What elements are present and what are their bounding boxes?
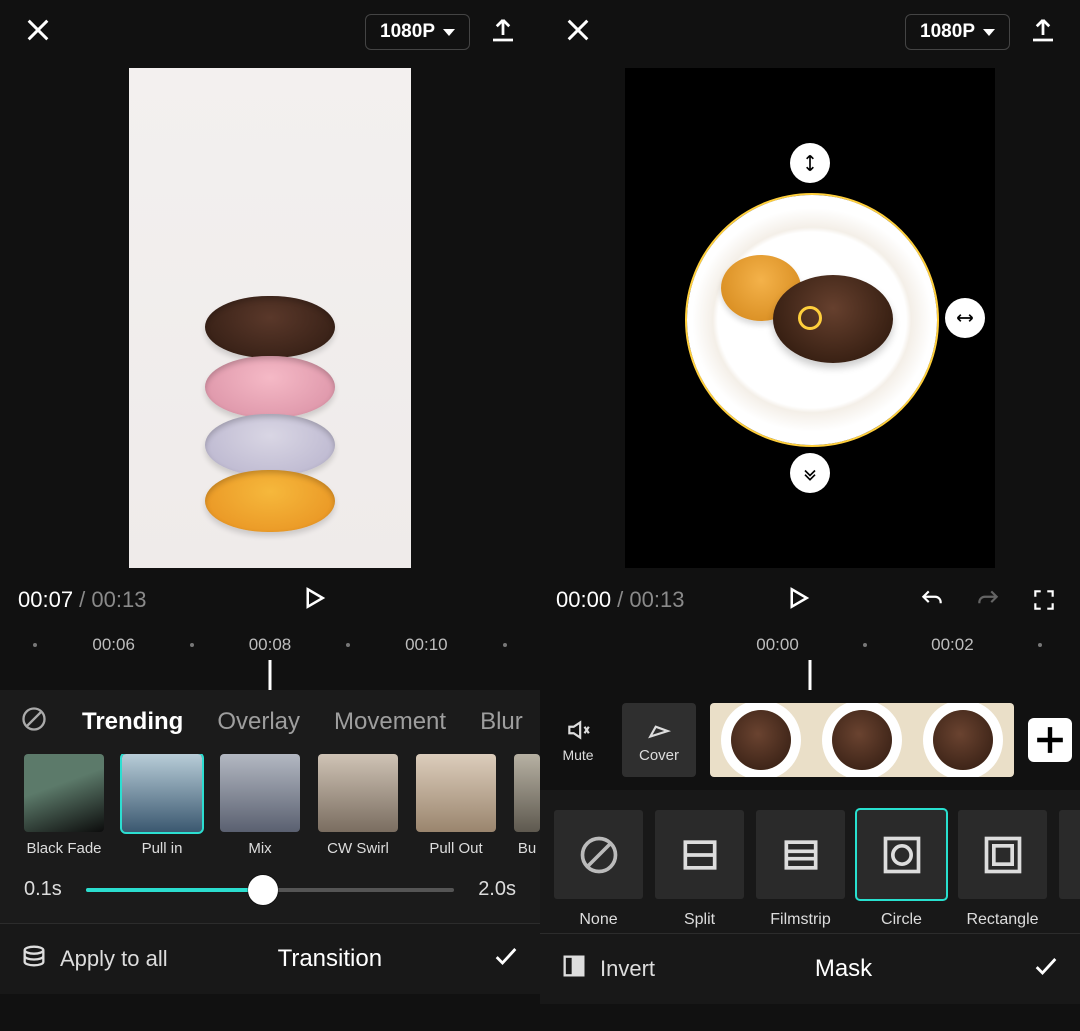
topbar: 1080P: [0, 0, 540, 64]
vertical-resize-handle[interactable]: [790, 143, 830, 183]
mask-split[interactable]: Split: [655, 810, 744, 929]
playhead[interactable]: [809, 660, 812, 690]
duration-slider[interactable]: 0.1s 2.0s: [0, 864, 540, 923]
right-screen: 1080P: [540, 0, 1080, 1031]
resolution-label: 1080P: [920, 21, 975, 43]
mask-filmstrip[interactable]: Filmstrip: [756, 810, 845, 929]
export-icon[interactable]: [488, 15, 518, 50]
slider-knob[interactable]: [248, 875, 278, 905]
slider-max: 2.0s: [478, 878, 516, 901]
effect-pull-in[interactable]: Pull in: [122, 754, 202, 857]
effect-more[interactable]: Bu: [514, 754, 540, 857]
mask-center-ring[interactable]: [798, 306, 822, 330]
invert-mask-icon[interactable]: [560, 952, 588, 986]
preview[interactable]: [0, 64, 540, 572]
tab-trending[interactable]: Trending: [82, 708, 183, 736]
play-button[interactable]: [299, 583, 329, 618]
redo-button[interactable]: [968, 580, 1008, 620]
play-button[interactable]: [783, 583, 813, 618]
resolution-dropdown[interactable]: 1080P: [365, 14, 470, 50]
left-screen: 1080P 00:07 / 00:13: [0, 0, 540, 1031]
horizontal-resize-handle[interactable]: [945, 298, 985, 338]
mask-none[interactable]: None: [554, 810, 643, 929]
ruler[interactable]: 00:06 00:08 00:10: [0, 628, 540, 690]
undo-button[interactable]: [912, 580, 952, 620]
canvas-image: [129, 68, 411, 568]
mask-options: None Split Filmstrip Circle Rectangle: [540, 790, 1080, 933]
panel-title: Transition: [168, 945, 492, 973]
preview[interactable]: [540, 64, 1080, 572]
add-clip-button[interactable]: [1028, 718, 1072, 762]
panel-title: Mask: [655, 955, 1032, 983]
mask-more[interactable]: [1059, 810, 1080, 929]
tick-label: 00:00: [756, 635, 799, 655]
time-bar: 00:07 / 00:13: [0, 572, 540, 628]
time-bar: 00:00 / 00:13: [540, 572, 1080, 628]
caret-down-icon: [443, 29, 455, 36]
none-icon[interactable]: [20, 705, 48, 740]
cover-button[interactable]: Cover: [622, 703, 696, 777]
bottom-bar: Invert Mask: [540, 933, 1080, 1004]
playhead[interactable]: [269, 660, 272, 690]
effect-black-fade[interactable]: Black Fade: [24, 754, 104, 857]
time-readout: 00:07 / 00:13: [18, 587, 146, 613]
topbar: 1080P: [540, 0, 1080, 64]
confirm-icon[interactable]: [1032, 952, 1060, 986]
tick-label: 00:02: [931, 635, 974, 655]
caret-down-icon: [983, 29, 995, 36]
close-icon[interactable]: [22, 14, 54, 51]
resolution-label: 1080P: [380, 21, 435, 43]
close-icon[interactable]: [562, 14, 594, 51]
invert-label[interactable]: Invert: [600, 956, 655, 982]
mask-circle[interactable]: Circle: [857, 810, 946, 929]
ruler[interactable]: 00:00 00:02: [540, 628, 1080, 690]
mute-button[interactable]: Mute: [548, 717, 608, 763]
tab-overlay[interactable]: Overlay: [217, 708, 300, 736]
confirm-icon[interactable]: [492, 942, 520, 976]
tick-label: 00:10: [405, 635, 448, 655]
effect-cw-swirl[interactable]: CW Swirl: [318, 754, 398, 857]
tick-label: 00:08: [249, 635, 292, 655]
timeline-tools: Mute Cover: [540, 690, 1080, 790]
feather-handle[interactable]: [790, 453, 830, 493]
effect-pull-out[interactable]: Pull Out: [416, 754, 496, 857]
slider-min: 0.1s: [24, 878, 62, 901]
effect-thumbnails: Black Fade Pull in Mix CW Swirl Pull Out…: [0, 754, 540, 864]
bottom-bar: Apply to all Transition: [0, 923, 540, 994]
export-icon[interactable]: [1028, 15, 1058, 50]
tab-blur[interactable]: Blur: [480, 708, 523, 736]
transition-tabs: Trending Overlay Movement Blur Ba: [0, 690, 540, 754]
tick-label: 00:06: [92, 635, 135, 655]
time-readout: 00:00 / 00:13: [556, 587, 684, 613]
fullscreen-button[interactable]: [1024, 580, 1064, 620]
resolution-dropdown[interactable]: 1080P: [905, 14, 1010, 50]
mask-canvas[interactable]: [625, 68, 995, 568]
clip-strip[interactable]: [710, 703, 1014, 777]
apply-all-icon[interactable]: [20, 942, 48, 976]
mask-rectangle[interactable]: Rectangle: [958, 810, 1047, 929]
effect-mix[interactable]: Mix: [220, 754, 300, 857]
apply-all-label[interactable]: Apply to all: [60, 946, 168, 972]
tab-movement[interactable]: Movement: [334, 708, 446, 736]
